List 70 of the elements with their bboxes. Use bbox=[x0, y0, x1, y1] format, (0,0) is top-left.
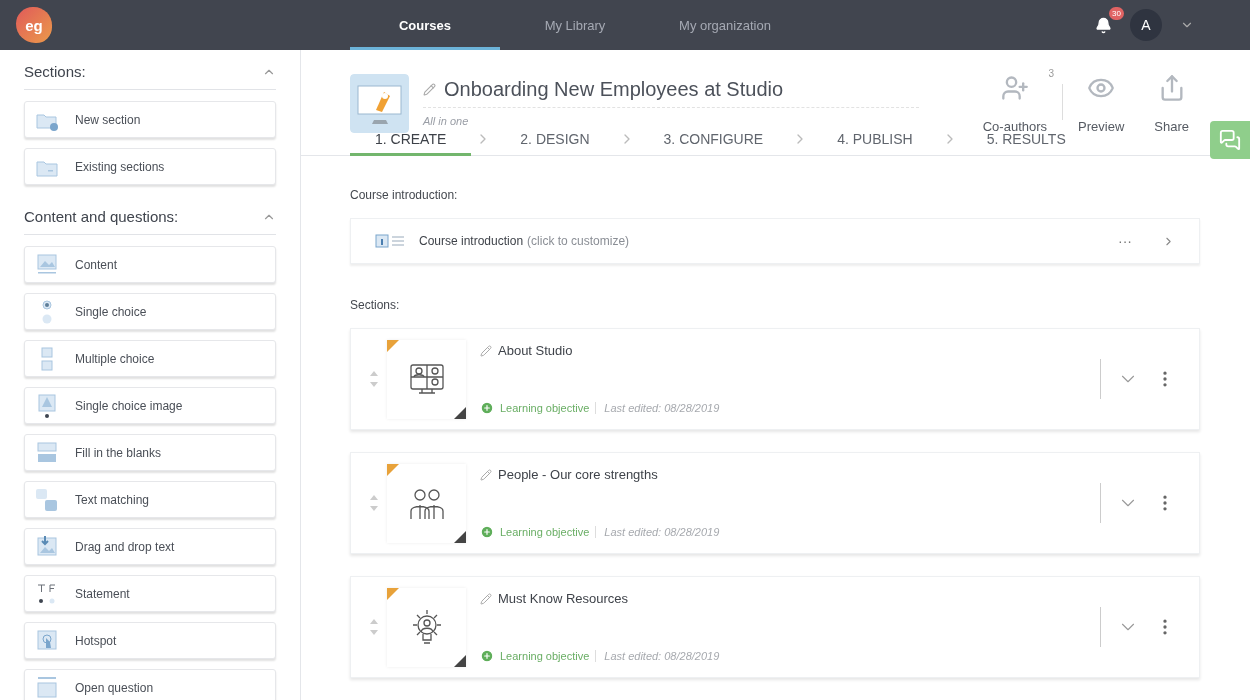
step-tab[interactable]: 4. PUBLISH bbox=[812, 131, 938, 156]
sidebar-item[interactable]: Multiple choice bbox=[24, 340, 276, 377]
coauthors-button[interactable]: Co-authors bbox=[982, 74, 1048, 134]
section-thumbnail[interactable] bbox=[387, 463, 466, 543]
add-icon[interactable] bbox=[480, 401, 494, 415]
course-subtitle: All in one bbox=[423, 115, 470, 127]
nav-tab[interactable]: My Library bbox=[500, 0, 650, 50]
nav-tab[interactable]: My organization bbox=[650, 0, 800, 50]
notifications-button[interactable] bbox=[1095, 16, 1112, 34]
reorder-icon[interactable] bbox=[369, 370, 379, 388]
edit-icon[interactable] bbox=[480, 468, 492, 481]
notification-count: 30 bbox=[1109, 6, 1124, 20]
sidebar-item[interactable]: Statement bbox=[24, 575, 276, 612]
last-edited: Last edited: 08/28/2019 bbox=[595, 650, 720, 662]
step-tab[interactable]: 5. RESULTS bbox=[961, 131, 1091, 156]
section-thumbnail[interactable] bbox=[387, 587, 466, 667]
sidebar-item[interactable]: New section bbox=[24, 101, 276, 138]
add-icon[interactable] bbox=[480, 649, 494, 663]
corner-triangle-icon bbox=[454, 530, 466, 543]
section-thumbnail[interactable] bbox=[387, 339, 466, 419]
edit-icon[interactable] bbox=[480, 344, 492, 357]
group-title: Content and questions: bbox=[24, 208, 179, 225]
sidebar-item[interactable]: Single choice image bbox=[24, 387, 276, 424]
section-title: People - Our core strengths bbox=[498, 467, 658, 482]
sidebar-item[interactable]: Text matching bbox=[24, 481, 276, 518]
preview-button[interactable]: Preview bbox=[1078, 74, 1125, 134]
image-choice-icon bbox=[35, 392, 59, 419]
introduction-title: Course introduction bbox=[419, 234, 524, 248]
sidebar-item[interactable]: Content bbox=[24, 246, 276, 283]
more-button[interactable]: ··· bbox=[1088, 233, 1162, 249]
sidebar-item[interactable]: Open question bbox=[24, 669, 276, 700]
corner-triangle-icon bbox=[387, 339, 399, 352]
nav-tab[interactable]: Courses bbox=[350, 0, 500, 50]
sidebar-item[interactable]: Single choice bbox=[24, 293, 276, 330]
section-heading: Sections: bbox=[350, 298, 401, 312]
sidebar-item[interactable]: Hotspot bbox=[24, 622, 276, 659]
chat-button[interactable] bbox=[1210, 121, 1250, 159]
share-button[interactable]: Share bbox=[1154, 74, 1189, 134]
course-thumbnail[interactable] bbox=[350, 74, 409, 133]
add-user-icon bbox=[1000, 74, 1029, 102]
section-title: About Studio bbox=[498, 343, 573, 358]
section-heading: Course introduction: bbox=[350, 188, 459, 202]
course-title: Onboarding New Employees at Studio bbox=[444, 78, 784, 101]
info-list-icon bbox=[375, 234, 405, 248]
add-icon[interactable] bbox=[480, 525, 494, 539]
introduction-card[interactable]: Course introduction (click to customize) ··· bbox=[350, 218, 1200, 264]
step-tab[interactable]: 3. CONFIGURE bbox=[638, 131, 789, 156]
puzzle-icon bbox=[35, 486, 59, 513]
edit-icon[interactable] bbox=[423, 83, 436, 96]
section-title: Must Know Resources bbox=[498, 591, 629, 606]
step-tab[interactable]: 1. CREATE bbox=[350, 131, 472, 156]
corner-triangle-icon bbox=[387, 463, 399, 476]
reorder-icon[interactable] bbox=[369, 618, 379, 636]
reorder-icon[interactable] bbox=[369, 494, 379, 512]
last-edited: Last edited: 08/28/2019 bbox=[595, 402, 720, 414]
introduction-hint: (click to customize) bbox=[527, 234, 630, 248]
edit-icon[interactable] bbox=[480, 592, 492, 605]
chat-icon bbox=[1219, 129, 1241, 151]
open-icon bbox=[35, 674, 59, 700]
corner-triangle-icon bbox=[454, 654, 466, 667]
corner-triangle-icon bbox=[454, 406, 466, 419]
sidebar-item[interactable]: Drag and drop text bbox=[24, 528, 276, 565]
avatar[interactable]: A bbox=[1130, 9, 1162, 41]
step-tab[interactable]: 2. DESIGN bbox=[495, 131, 615, 156]
coauthor-count: 3 bbox=[1048, 68, 1055, 79]
last-edited: Last edited: 08/28/2019 bbox=[595, 526, 720, 538]
sidebar-item[interactable]: Existing sections bbox=[24, 148, 276, 185]
sidebar-item[interactable]: Fill in the blanks bbox=[24, 434, 276, 471]
corner-triangle-icon bbox=[387, 587, 399, 600]
group-title: Sections: bbox=[24, 63, 86, 80]
